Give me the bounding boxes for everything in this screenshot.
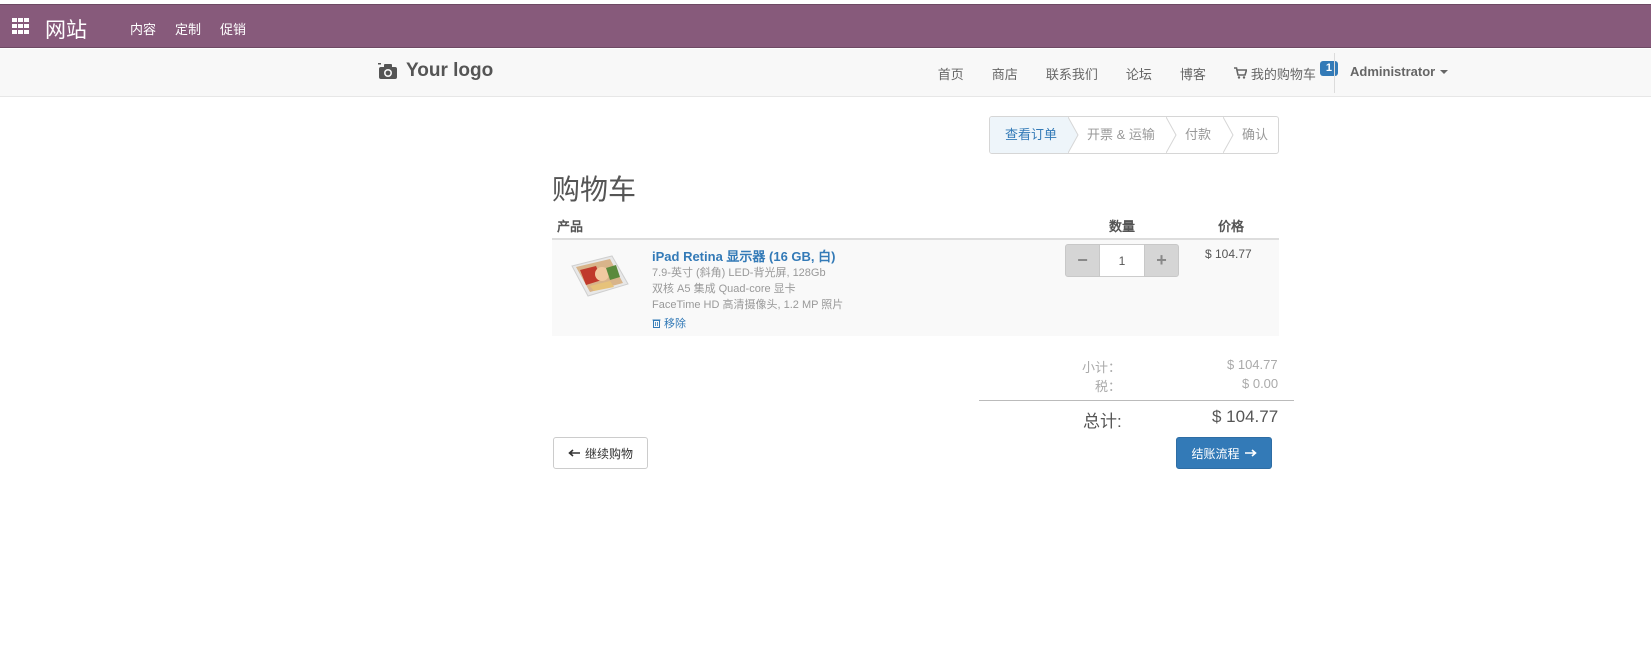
wizard-step-confirm[interactable]: 确认 bbox=[1242, 117, 1268, 153]
column-header-quantity: 数量 bbox=[1109, 219, 1136, 234]
admin-menu-content[interactable]: 内容 bbox=[130, 19, 156, 38]
product-thumbnail[interactable] bbox=[566, 250, 630, 298]
arrow-left-icon bbox=[568, 449, 580, 457]
tax-label: 税： bbox=[1095, 379, 1122, 394]
continue-shopping-label: 继续购物 bbox=[584, 446, 633, 461]
user-menu[interactable]: Administrator bbox=[1350, 64, 1449, 79]
user-name: Administrator bbox=[1350, 64, 1436, 79]
product-description-line: FaceTime HD 高清摄像头, 1.2 MP 照片 bbox=[652, 299, 844, 311]
decrease-quantity-button[interactable]: − bbox=[1065, 244, 1100, 277]
total-value: $ 104.77 bbox=[1212, 407, 1279, 426]
column-header-price: 价格 bbox=[1218, 219, 1245, 234]
camera-icon bbox=[378, 62, 397, 79]
nav-link-blog[interactable]: 博客 bbox=[1180, 64, 1206, 83]
quantity-input[interactable] bbox=[1100, 244, 1144, 277]
admin-bar: 网站 内容 定制 促销 bbox=[0, 4, 1651, 48]
arrow-right-icon bbox=[1244, 449, 1257, 457]
wizard-step-shipping[interactable]: 开票 & 运输 bbox=[1087, 117, 1155, 153]
column-header-product: 产品 bbox=[557, 219, 584, 234]
admin-menu-customize[interactable]: 定制 bbox=[175, 19, 201, 38]
shopping-cart-icon bbox=[1233, 67, 1247, 79]
checkout-button[interactable]: 结账流程 bbox=[1176, 437, 1272, 469]
nav-link-forum[interactable]: 论坛 bbox=[1126, 64, 1152, 83]
item-price: $ 104.77 bbox=[1205, 247, 1252, 261]
nav-link-shop[interactable]: 商店 bbox=[992, 64, 1018, 83]
nav-divider bbox=[1334, 53, 1335, 93]
checkout-wizard: 查看订单 开票 & 运输 付款 确认 bbox=[989, 116, 1279, 154]
step-separator-icon bbox=[1223, 117, 1234, 153]
admin-menu-promote[interactable]: 促销 bbox=[220, 19, 246, 38]
site-logo[interactable]: Your logo bbox=[378, 60, 493, 82]
trash-icon bbox=[652, 319, 661, 328]
step-separator-icon bbox=[1068, 117, 1079, 153]
checkout-label: 结账流程 bbox=[1191, 446, 1240, 461]
admin-menu: 内容 定制 促销 bbox=[130, 19, 246, 38]
wizard-step-payment[interactable]: 付款 bbox=[1185, 117, 1211, 153]
nav-link-home[interactable]: 首页 bbox=[938, 64, 964, 83]
total-divider bbox=[979, 400, 1294, 401]
nav-link-cart[interactable]: 我的购物车 1 bbox=[1233, 60, 1338, 83]
step-separator-icon bbox=[1166, 117, 1177, 153]
site-navbar: Your logo 首页 商店 联系我们 论坛 博客 我的购物车 1 Admin… bbox=[0, 49, 1651, 97]
admin-app-title[interactable]: 网站 bbox=[45, 14, 87, 44]
continue-shopping-button[interactable]: 继续购物 bbox=[553, 437, 648, 469]
cart-label: 我的购物车 bbox=[1250, 66, 1316, 82]
tax-value: $ 0.00 bbox=[1242, 376, 1279, 391]
main-nav-links: 首页 商店 联系我们 论坛 博客 我的购物车 1 bbox=[910, 49, 1338, 97]
product-description-line: 7.9-英寸 (斜角) LED-背光屏, 128Gb bbox=[652, 267, 826, 279]
nav-link-contact[interactable]: 联系我们 bbox=[1046, 64, 1098, 83]
quantity-stepper: − + bbox=[1065, 244, 1179, 277]
total-label: 总计: bbox=[1083, 412, 1122, 431]
cart-count-badge: 1 bbox=[1319, 60, 1338, 76]
subtotal-label: 小计： bbox=[1082, 360, 1122, 375]
subtotal-value: $ 104.77 bbox=[1227, 357, 1278, 372]
increase-quantity-button[interactable]: + bbox=[1144, 244, 1179, 277]
apps-grid-icon[interactable] bbox=[12, 18, 30, 34]
remove-label: 移除 bbox=[664, 318, 686, 330]
caret-down-icon bbox=[1440, 69, 1449, 74]
remove-item-link[interactable]: 移除 bbox=[652, 315, 686, 331]
logo-text: Your logo bbox=[406, 60, 494, 81]
product-description-line: 双核 A5 集成 Quad-core 显卡 bbox=[652, 283, 796, 295]
product-name-link[interactable]: iPad Retina 显示器 (16 GB, 白) bbox=[652, 246, 835, 265]
wizard-step-review[interactable]: 查看订单 bbox=[990, 117, 1069, 153]
page-title: 购物车 bbox=[552, 174, 637, 205]
